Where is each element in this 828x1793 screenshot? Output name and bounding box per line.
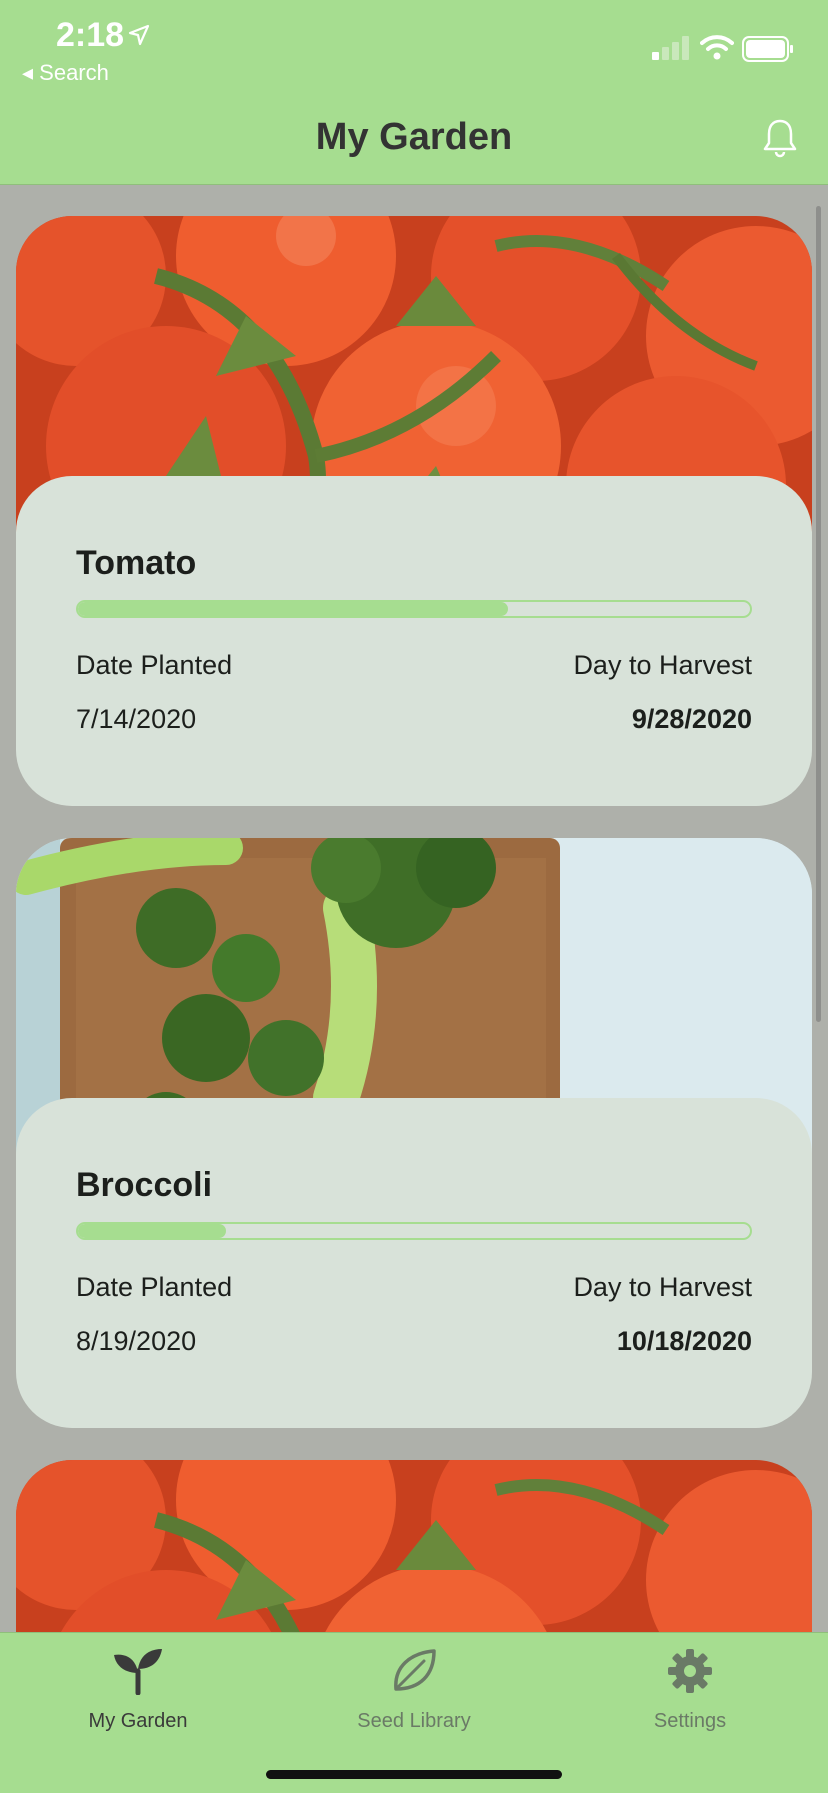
status-time: 2:18 <box>56 16 125 54</box>
plant-image <box>16 1460 812 1632</box>
leaf-icon <box>394 1649 436 1691</box>
growth-progress-bar <box>76 1222 752 1240</box>
home-indicator <box>266 1770 562 1779</box>
tab-settings[interactable]: Settings <box>590 1647 790 1733</box>
date-planted-value: 8/19/2020 <box>76 1326 197 1356</box>
tab-my-garden[interactable]: My Garden <box>38 1647 238 1733</box>
page-title: My Garden <box>315 116 513 158</box>
tab-bar: My Garden Seed Library Settings <box>0 1632 828 1793</box>
day-to-harvest-label: Day to Harvest <box>573 650 752 680</box>
plant-card-body: Tomato Date Planted Day to Harvest 7/14/… <box>16 476 812 806</box>
date-planted-value: 7/14/2020 <box>76 704 197 734</box>
cellular-signal-icon <box>652 36 689 60</box>
plant-name: Broccoli <box>76 1166 213 1204</box>
tab-label: Seed Library <box>357 1710 471 1732</box>
tab-seed-library[interactable]: Seed Library <box>314 1647 514 1733</box>
date-planted-label: Date Planted <box>76 650 233 680</box>
tab-label: Settings <box>653 1710 727 1732</box>
location-arrow-icon <box>128 24 150 46</box>
back-to-search-link[interactable]: ◂ Search <box>22 60 109 86</box>
top-bar: 2:18 ◂ Search My Garden <box>0 0 828 185</box>
day-to-harvest-label: Day to Harvest <box>573 1272 752 1302</box>
wifi-icon <box>700 35 734 60</box>
gear-icon <box>668 1649 712 1693</box>
harvest-date-value: 9/28/2020 <box>631 704 752 734</box>
battery-icon <box>742 36 793 62</box>
growth-progress-fill <box>78 602 509 616</box>
tab-label: My Garden <box>88 1710 188 1732</box>
notifications-bell-icon[interactable] <box>762 118 798 158</box>
sprout-icon <box>114 1649 162 1696</box>
date-planted-label: Date Planted <box>76 1272 233 1302</box>
growth-progress-fill <box>78 1224 226 1238</box>
plant-card-body: Broccoli Date Planted Day to Harvest 8/1… <box>16 1098 812 1428</box>
growth-progress-bar <box>76 600 752 618</box>
plant-name: Tomato <box>76 544 197 582</box>
harvest-date-value: 10/18/2020 <box>616 1326 752 1356</box>
scrollbar[interactable] <box>816 206 821 1022</box>
